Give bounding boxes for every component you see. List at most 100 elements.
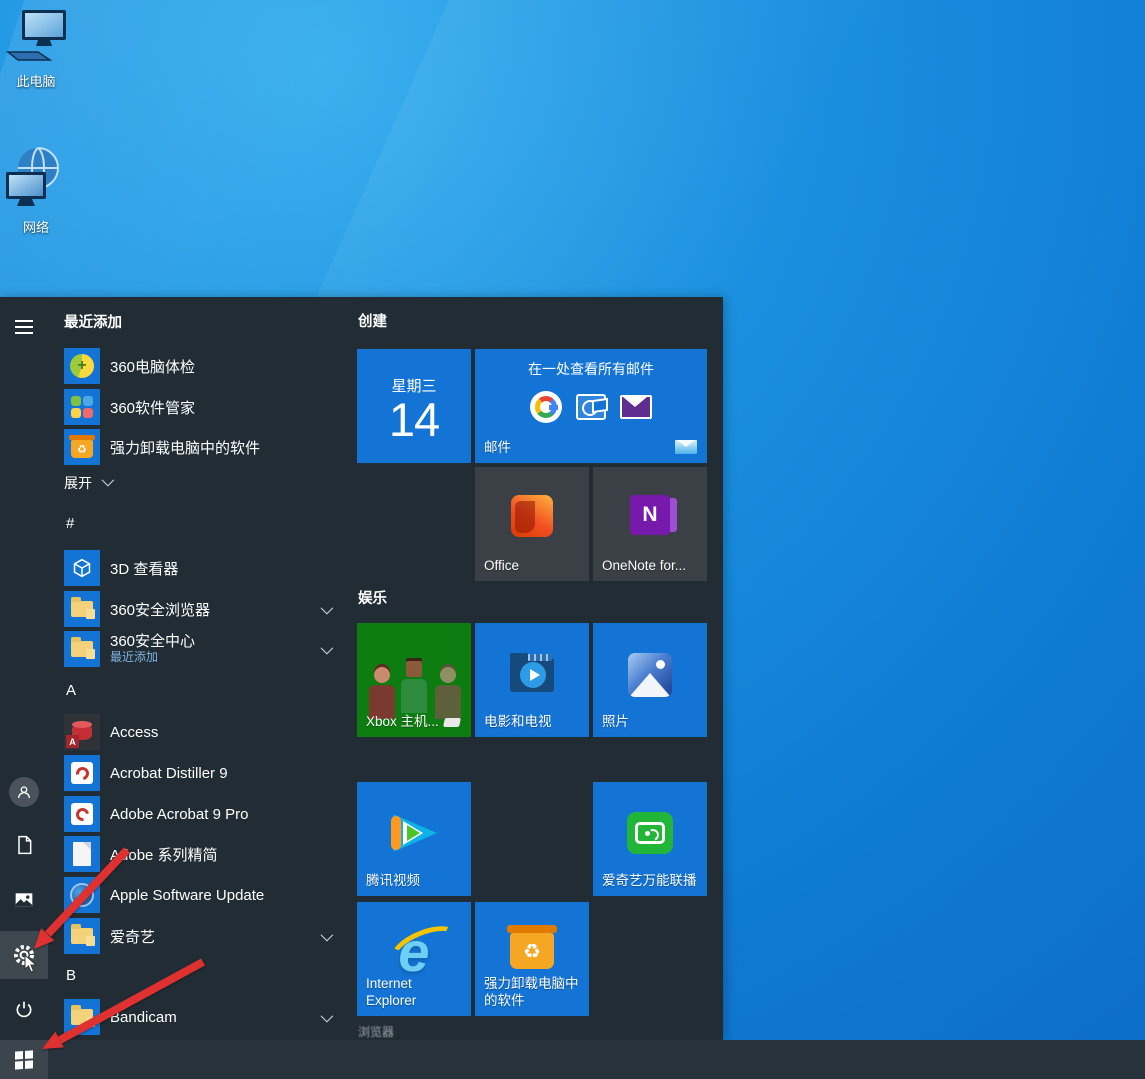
app-item-label: Apple Software Update bbox=[110, 887, 264, 904]
app-item-label: 爱奇艺 bbox=[110, 926, 155, 947]
app-item-label: Access bbox=[110, 724, 158, 741]
windows-desktop: { "desktop": { "icons": [ { "label": "此电… bbox=[0, 0, 1145, 1079]
section-letter-hash[interactable]: # bbox=[66, 515, 74, 532]
tile-onenote[interactable]: N OneNote for... bbox=[593, 467, 707, 581]
app-item-360-security-center[interactable]: 360安全中心 最近添加 bbox=[56, 629, 344, 669]
expand-label: 展开 bbox=[64, 473, 92, 493]
app-item-adobe-series[interactable]: Adobe 系列精简 bbox=[56, 834, 344, 874]
expand-toggle[interactable]: 展开 bbox=[64, 473, 111, 493]
mail-tile-headline: 在一处查看所有邮件 bbox=[475, 359, 707, 379]
start-menu-panel: 最近添加 360电脑体检 360软件管家 强力卸载电脑中的软件 展开 # 3D … bbox=[0, 297, 723, 1040]
tile-tencent-video[interactable]: 腾讯视频 bbox=[357, 782, 471, 896]
start-button[interactable] bbox=[0, 1040, 48, 1079]
power-icon bbox=[14, 1000, 34, 1020]
app-item-label: 3D 查看器 bbox=[110, 558, 178, 579]
mail-tile-label: 邮件 bbox=[484, 440, 699, 457]
app-item-360-software-manager[interactable]: 360软件管家 bbox=[56, 387, 344, 427]
desktop-icon-label: 此电脑 bbox=[0, 71, 72, 90]
tile-iqiyi-cast[interactable]: 爱奇艺万能联播 bbox=[593, 782, 707, 896]
app-item-label: 360安全中心 bbox=[110, 633, 195, 650]
360-health-check-icon bbox=[64, 348, 100, 384]
photos-tile-label: 照片 bbox=[602, 714, 699, 731]
clipped-group-label: 浏览器 bbox=[358, 1023, 394, 1040]
office-logo-icon bbox=[511, 495, 553, 537]
ie-tile-label: Internet Explorer bbox=[366, 976, 440, 1010]
app-item-360-health-check[interactable]: 360电脑体检 bbox=[56, 346, 344, 386]
360-software-manager-icon bbox=[64, 389, 100, 425]
app-item-label: 强力卸载电脑中的软件 bbox=[110, 437, 260, 458]
app-item-access[interactable]: A Access bbox=[56, 712, 344, 752]
xbox-avatar bbox=[435, 667, 461, 719]
taskbar bbox=[0, 1040, 1145, 1079]
documents-button[interactable] bbox=[0, 821, 48, 869]
app-item-360-browser[interactable]: 360安全浏览器 bbox=[56, 589, 344, 629]
uninstaller-basket-icon bbox=[510, 933, 554, 969]
hamburger-icon bbox=[15, 320, 33, 334]
app-item-3d-viewer[interactable]: 3D 查看器 bbox=[56, 548, 344, 588]
start-menu-app-list: 最近添加 360电脑体检 360软件管家 强力卸载电脑中的软件 展开 # 3D … bbox=[48, 297, 353, 1040]
user-account-button[interactable] bbox=[0, 768, 48, 816]
tile-movies-tv[interactable]: 电影和电视 bbox=[475, 623, 589, 737]
folder-icon bbox=[64, 591, 100, 627]
desktop-icon-network[interactable]: 网络 bbox=[0, 146, 72, 236]
office-tile-label: Office bbox=[484, 558, 581, 575]
chevron-down-icon[interactable] bbox=[321, 601, 334, 614]
pictures-icon bbox=[14, 890, 34, 910]
app-item-label: 360软件管家 bbox=[110, 397, 195, 418]
app-item-acrobat-pro[interactable]: Adobe Acrobat 9 Pro bbox=[56, 794, 344, 834]
hamburger-menu-button[interactable] bbox=[0, 303, 48, 351]
app-item-iqiyi[interactable]: 爱奇艺 bbox=[56, 916, 344, 956]
recently-added-header: 最近添加 bbox=[64, 311, 122, 332]
section-letter-a[interactable]: A bbox=[66, 682, 76, 699]
app-item-label: Acrobat Distiller 9 bbox=[110, 765, 228, 782]
mail-envelope-icon bbox=[675, 440, 697, 454]
app-item-label: 360安全浏览器 bbox=[110, 599, 210, 620]
mouse-cursor-icon bbox=[24, 955, 37, 973]
chevron-down-icon[interactable] bbox=[321, 928, 334, 941]
pictures-button[interactable] bbox=[0, 876, 48, 924]
access-database-icon: A bbox=[64, 714, 100, 750]
app-item-apple-software-update[interactable]: Apple Software Update bbox=[56, 875, 344, 915]
white-document-icon bbox=[64, 836, 100, 872]
app-item-bandicam[interactable]: Bandicam bbox=[56, 997, 344, 1037]
chevron-down-icon[interactable] bbox=[321, 641, 334, 654]
app-item-acrobat-distiller[interactable]: Acrobat Distiller 9 bbox=[56, 753, 344, 793]
tile-mail[interactable]: 在一处查看所有邮件 邮件 bbox=[475, 349, 707, 463]
internet-explorer-icon: e bbox=[398, 924, 429, 980]
start-menu-rail bbox=[0, 297, 48, 1040]
recently-added-badge: 最近添加 bbox=[110, 651, 195, 665]
acrobat-distiller-icon bbox=[64, 755, 100, 791]
app-item-label: Bandicam bbox=[110, 1009, 177, 1026]
chevron-down-icon bbox=[102, 473, 115, 486]
tencent-video-icon bbox=[389, 810, 439, 856]
tile-group-title-create: 创建 bbox=[358, 310, 387, 331]
app-item-label: 360电脑体检 bbox=[110, 356, 195, 377]
tile-uninstaller[interactable]: 强力卸载电脑中的软件 bbox=[475, 902, 589, 1016]
start-menu-tiles: 创建 星期三 14 在一处查看所有邮件 邮件 Office N OneNote … bbox=[357, 297, 723, 1040]
tile-calendar[interactable]: 星期三 14 bbox=[357, 349, 471, 463]
app-item-label: Adobe 系列精简 bbox=[110, 844, 218, 865]
folder-icon bbox=[64, 918, 100, 954]
xbox-console-icon bbox=[443, 718, 461, 727]
windows-logo-icon bbox=[15, 1050, 33, 1069]
app-item-uninstaller[interactable]: 强力卸载电脑中的软件 bbox=[56, 427, 344, 467]
desktop-icon-this-pc[interactable]: 此电脑 bbox=[0, 8, 72, 90]
tile-photos[interactable]: 照片 bbox=[593, 623, 707, 737]
app-item-label: Adobe Acrobat 9 Pro bbox=[110, 806, 248, 823]
tile-office[interactable]: Office bbox=[475, 467, 589, 581]
iqiyi-cast-icon bbox=[627, 812, 673, 854]
calendar-day: 14 bbox=[389, 396, 439, 443]
outlook-icon bbox=[576, 394, 606, 420]
user-icon bbox=[9, 777, 39, 807]
tile-internet-explorer[interactable]: e Internet Explorer bbox=[357, 902, 471, 1016]
section-letter-b[interactable]: B bbox=[66, 967, 76, 984]
xbox-avatar bbox=[401, 661, 427, 713]
onenote-tile-label: OneNote for... bbox=[602, 558, 699, 575]
uninstaller-tile-label: 强力卸载电脑中的软件 bbox=[484, 976, 581, 1010]
chevron-down-icon[interactable] bbox=[321, 1009, 334, 1022]
settings-button[interactable] bbox=[0, 931, 48, 979]
power-button[interactable] bbox=[0, 986, 48, 1034]
apple-update-icon bbox=[64, 877, 100, 913]
onenote-logo-icon: N bbox=[630, 495, 670, 535]
tile-xbox[interactable]: Xbox 主机... bbox=[357, 623, 471, 737]
